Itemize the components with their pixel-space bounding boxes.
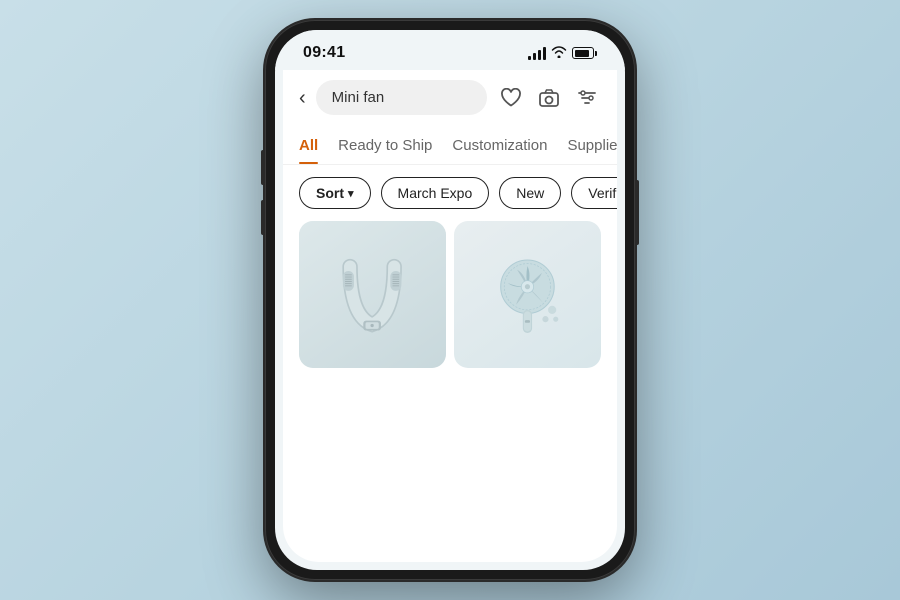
status-bar: 09:41 [275,30,625,70]
status-icons [528,45,597,61]
phone-wrapper: 09:41 [265,20,635,580]
tab-all[interactable]: All [299,129,318,164]
tab-ready-to-ship[interactable]: Ready to Ship [338,129,432,164]
filter-row: Sort ▾ March Expo New Verified supplie… [283,165,617,221]
product-card-neck-fan[interactable] [299,221,446,368]
camera-search-icon[interactable] [535,84,563,112]
phone-screen: 09:41 [275,30,625,570]
filter-icon[interactable] [573,84,601,112]
product-card-handheld-fan[interactable] [454,221,601,368]
sort-dropdown-icon: ▾ [348,187,354,200]
status-time: 09:41 [303,44,345,62]
wishlist-icon[interactable] [497,84,525,112]
march-expo-chip[interactable]: March Expo [381,177,490,209]
wifi-icon [551,45,567,61]
new-chip[interactable]: New [499,177,561,209]
search-bar: ‹ Mini fan [283,70,617,125]
search-input-wrap[interactable]: Mini fan [316,80,487,115]
back-button[interactable]: ‹ [299,88,306,108]
category-tabs: All Ready to Ship Customization Supplier… [283,125,617,165]
neck-fan-image [299,221,446,368]
tab-customization[interactable]: Customization [452,129,547,164]
search-input: Mini fan [332,89,471,106]
tab-suppliers[interactable]: Suppliers [567,129,617,164]
handheld-fan-image [454,221,601,368]
product-grid [283,221,617,562]
verified-chip[interactable]: Verified supplie… [571,177,617,209]
search-actions [497,84,601,112]
signal-icon [528,47,546,60]
battery-icon [572,47,597,59]
content-area: ‹ Mini fan [283,70,617,562]
sort-chip[interactable]: Sort ▾ [299,177,371,209]
